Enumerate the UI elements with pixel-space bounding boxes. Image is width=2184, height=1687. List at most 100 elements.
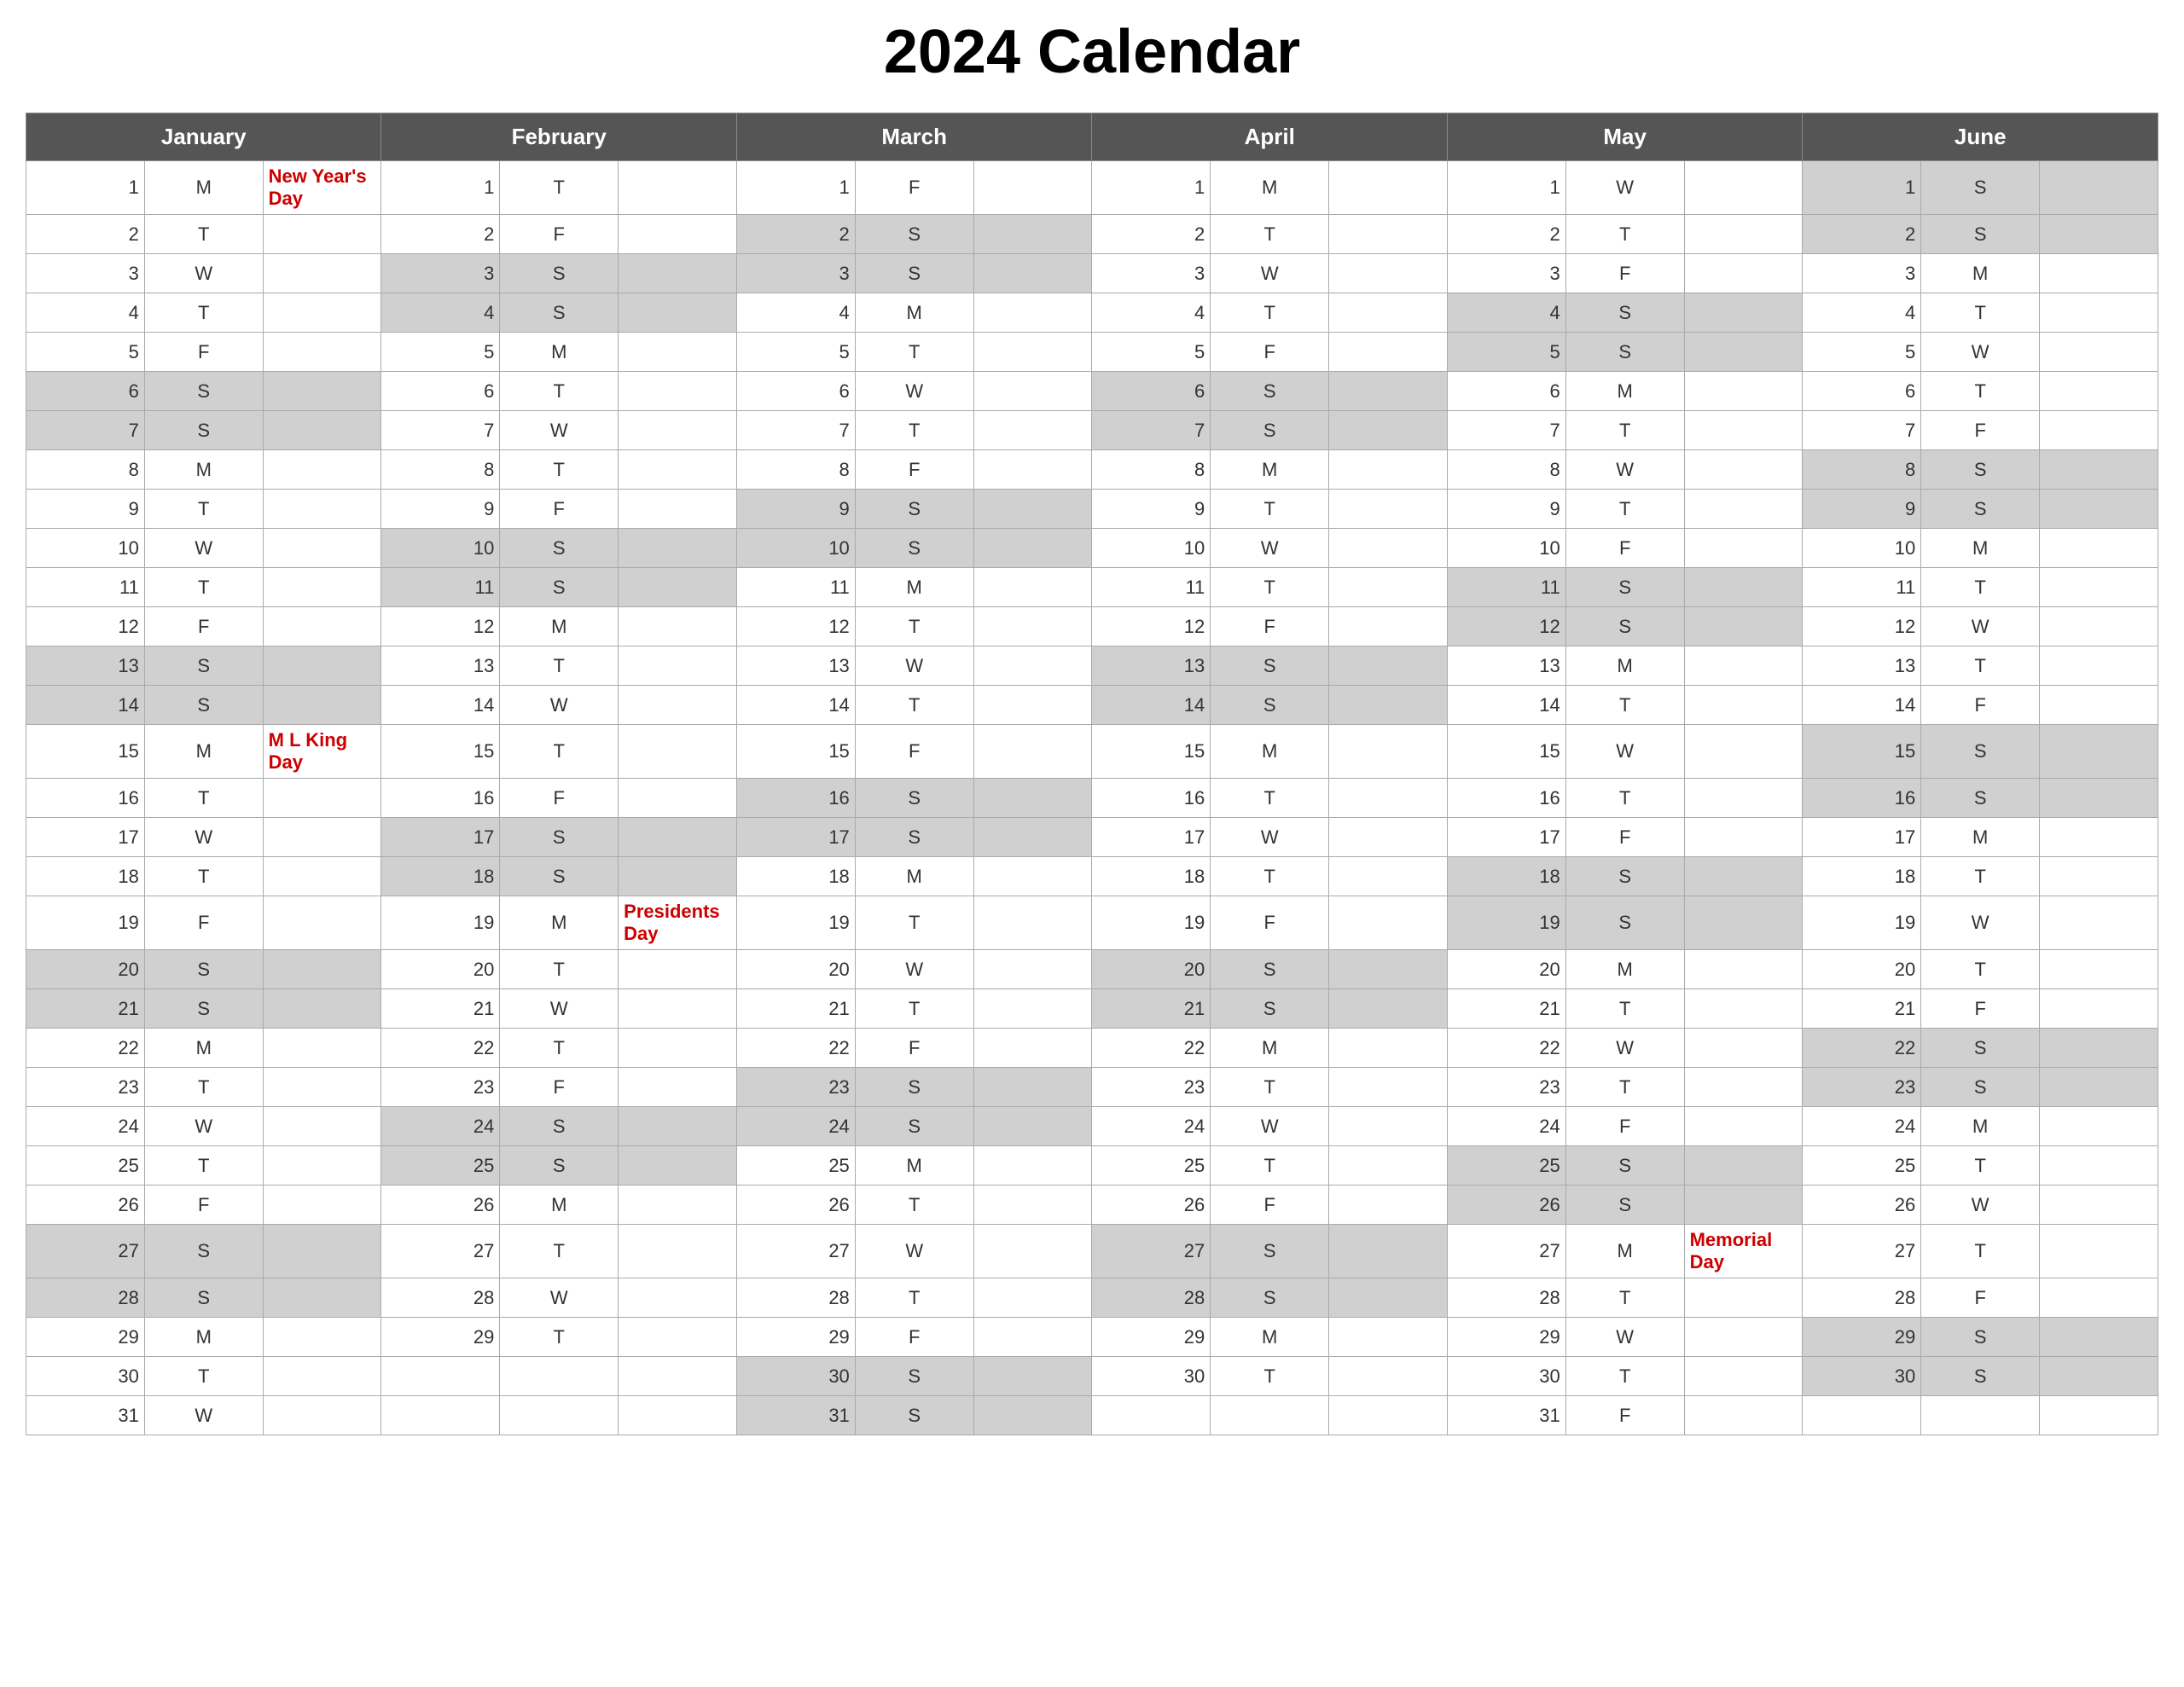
day-letter-cell: W <box>1921 896 2040 950</box>
holiday-cell <box>973 1318 1092 1357</box>
day-letter-cell: M <box>1211 161 1329 215</box>
day-letter-cell: S <box>855 215 973 254</box>
day-num-cell: 4 <box>1092 293 1211 333</box>
day-letter-cell: F <box>1565 254 1684 293</box>
day-num-cell: 2 <box>381 215 500 254</box>
day-num-cell: 7 <box>26 411 145 450</box>
day-num-cell: 18 <box>381 857 500 896</box>
holiday-cell <box>1684 490 1803 529</box>
day-letter-cell: S <box>1211 411 1329 450</box>
day-num-cell: 9 <box>381 490 500 529</box>
day-letter-cell: T <box>144 1146 263 1186</box>
month-header-february: February <box>381 113 736 161</box>
day-letter-cell: T <box>855 1186 973 1225</box>
holiday-cell <box>619 1107 737 1146</box>
day-num-cell: 27 <box>1803 1225 1921 1278</box>
day-num-cell: 11 <box>736 568 855 607</box>
holiday-cell <box>1684 411 1803 450</box>
table-row: 3W3S3S3W3F3M <box>26 254 2158 293</box>
day-num-cell: 24 <box>1092 1107 1211 1146</box>
empty-holiday <box>2040 1396 2158 1435</box>
holiday-cell <box>973 568 1092 607</box>
holiday-cell <box>973 950 1092 989</box>
day-num-cell: 7 <box>381 411 500 450</box>
day-letter-cell: S <box>855 818 973 857</box>
table-row: 8M8T8F8M8W8S <box>26 450 2158 490</box>
table-row: 31W31S31F <box>26 1396 2158 1435</box>
holiday-cell <box>1329 779 1448 818</box>
day-num-cell: 14 <box>1447 686 1565 725</box>
holiday-cell <box>619 529 737 568</box>
holiday-cell <box>1684 1146 1803 1186</box>
table-row: 28S28W28T28S28T28F <box>26 1278 2158 1318</box>
day-letter-cell: W <box>500 989 619 1029</box>
day-num-cell: 12 <box>1447 607 1565 646</box>
day-num-cell: 22 <box>736 1029 855 1068</box>
day-num-cell: 20 <box>26 950 145 989</box>
holiday-cell <box>1684 333 1803 372</box>
day-letter-cell: M <box>1565 372 1684 411</box>
day-letter-cell: S <box>144 646 263 686</box>
day-num-cell: 21 <box>26 989 145 1029</box>
day-num-cell: 14 <box>1803 686 1921 725</box>
holiday-cell <box>263 254 381 293</box>
day-num-cell: 14 <box>1092 686 1211 725</box>
empty-day-num <box>1803 1396 1921 1435</box>
holiday-cell <box>973 1068 1092 1107</box>
holiday-cell <box>2040 818 2158 857</box>
day-letter-cell: T <box>1211 1068 1329 1107</box>
day-num-cell: 19 <box>1092 896 1211 950</box>
day-num-cell: 7 <box>1092 411 1211 450</box>
empty-day-num <box>381 1357 500 1396</box>
day-num-cell: 26 <box>1803 1186 1921 1225</box>
day-letter-cell: F <box>1211 1186 1329 1225</box>
table-row: 7S7W7T7S7T7F <box>26 411 2158 450</box>
day-letter-cell: W <box>1921 607 2040 646</box>
day-num-cell: 10 <box>1803 529 1921 568</box>
day-num-cell: 12 <box>736 607 855 646</box>
day-num-cell: 25 <box>1447 1146 1565 1186</box>
holiday-cell <box>619 950 737 989</box>
day-num-cell: 3 <box>1803 254 1921 293</box>
day-letter-cell: S <box>500 254 619 293</box>
day-num-cell: 18 <box>736 857 855 896</box>
holiday-cell <box>2040 450 2158 490</box>
holiday-cell <box>2040 490 2158 529</box>
holiday-cell <box>263 293 381 333</box>
holiday-cell <box>973 779 1092 818</box>
holiday-cell <box>973 646 1092 686</box>
day-num-cell: 17 <box>736 818 855 857</box>
day-num-cell: 25 <box>1092 1146 1211 1186</box>
holiday-cell: New Year's Day <box>263 161 381 215</box>
holiday-cell <box>973 1225 1092 1278</box>
day-num-cell: 22 <box>1092 1029 1211 1068</box>
day-letter-cell: W <box>500 411 619 450</box>
day-letter-cell: F <box>1921 989 2040 1029</box>
day-num-cell: 10 <box>1092 529 1211 568</box>
table-row: 4T4S4M4T4S4T <box>26 293 2158 333</box>
day-letter-cell: T <box>1211 857 1329 896</box>
day-num-cell: 28 <box>1803 1278 1921 1318</box>
day-letter-cell: M <box>500 333 619 372</box>
day-letter-cell: S <box>1211 686 1329 725</box>
day-num-cell: 22 <box>381 1029 500 1068</box>
table-row: 22M22T22F22M22W22S <box>26 1029 2158 1068</box>
holiday-cell <box>1684 1318 1803 1357</box>
holiday-cell <box>263 1107 381 1146</box>
holiday-cell <box>1329 1107 1448 1146</box>
holiday-cell <box>263 529 381 568</box>
holiday-cell <box>2040 1068 2158 1107</box>
day-letter-cell: M <box>1921 529 2040 568</box>
calendar: JanuaryFebruaryMarchAprilMayJune1MNew Ye… <box>26 113 2158 1435</box>
holiday-cell <box>973 1107 1092 1146</box>
day-letter-cell: M <box>144 161 263 215</box>
holiday-cell <box>1684 818 1803 857</box>
day-num-cell: 23 <box>1803 1068 1921 1107</box>
day-num-cell: 9 <box>1803 490 1921 529</box>
day-num-cell: 6 <box>1447 372 1565 411</box>
holiday-cell <box>1329 1318 1448 1357</box>
day-num-cell: 15 <box>1803 725 1921 779</box>
day-letter-cell: F <box>500 215 619 254</box>
day-num-cell: 24 <box>381 1107 500 1146</box>
day-letter-cell: W <box>1211 529 1329 568</box>
